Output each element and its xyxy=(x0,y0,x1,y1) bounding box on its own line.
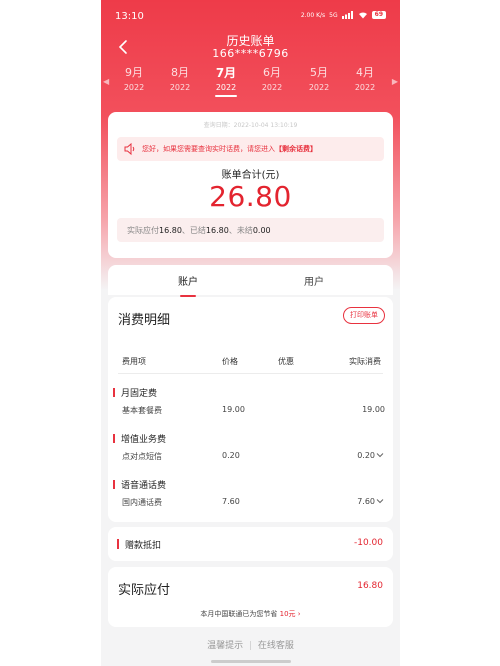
month-year: 2022 xyxy=(123,83,145,92)
separator: 、 xyxy=(228,226,237,235)
signal-icon xyxy=(341,11,353,19)
view-tabs: 账户 用户 xyxy=(108,265,393,297)
divider xyxy=(118,373,383,374)
home-indicator[interactable] xyxy=(211,660,291,663)
col-price: 价格 xyxy=(222,357,238,366)
gift-label: 赠款抵扣 xyxy=(125,541,162,551)
footer-divider: | xyxy=(248,641,253,651)
month-tab-6[interactable]: 6月 2022 xyxy=(252,66,292,93)
actual-payable-label: 实际应付 xyxy=(118,583,171,598)
prev-arrow-icon[interactable]: ◀ xyxy=(103,77,109,86)
wifi-icon xyxy=(358,12,367,19)
phone-screen: 13:10 2.00 K/s 5G 69 历史账单 166****6796 ◀ … xyxy=(101,0,400,666)
tips-link[interactable]: 温馨提示 xyxy=(207,641,243,651)
consumption-detail-card: 消费明细 打印账单 费用项 价格 优惠 实际消费 月固定费 基本套餐费 19.0… xyxy=(108,297,393,522)
fee-item: 基本套餐费 xyxy=(122,406,162,415)
month-tab-7[interactable]: 7月 2022 xyxy=(206,66,246,97)
group-marker xyxy=(113,388,115,397)
month-tab-9[interactable]: 9月 2022 xyxy=(114,66,154,93)
col-fee-item: 费用项 xyxy=(122,357,146,366)
actual-payable-card: 实际应付 16.80 本月中国联通已为您节省 10元 › xyxy=(108,567,393,627)
payable-value: 16.80 xyxy=(159,226,182,235)
online-service-link[interactable]: 在线客服 xyxy=(258,641,294,651)
fee-price: 19.00 xyxy=(222,405,245,414)
month-label: 4月 xyxy=(356,66,374,79)
month-tab-4[interactable]: 4月 2022 xyxy=(345,66,385,93)
fee-item: 点对点短信 xyxy=(122,452,162,461)
chevron-down-icon[interactable] xyxy=(375,450,385,460)
detail-title: 消费明细 xyxy=(118,313,171,328)
month-year: 2022 xyxy=(261,83,283,92)
group-marker xyxy=(113,434,115,443)
payable-label: 实际应付 xyxy=(127,226,159,235)
phone-number: 166****6796 xyxy=(212,47,289,60)
month-tab-8[interactable]: 8月 2022 xyxy=(160,66,200,93)
table-header: 费用项 价格 优惠 实际消费 xyxy=(108,356,393,370)
col-discount: 优惠 xyxy=(278,357,294,366)
speaker-icon xyxy=(124,142,135,156)
col-actual: 实际消费 xyxy=(349,357,381,366)
group-name: 语音通话费 xyxy=(121,481,167,491)
month-label: 9月 xyxy=(125,66,143,79)
fee-actual: 7.60 xyxy=(357,497,375,506)
savings-amount: 10元 xyxy=(279,610,296,618)
notice-message: 您好，如果您需要查询实时话费，请您进入 xyxy=(142,145,275,153)
month-year: 2022 xyxy=(308,83,330,92)
month-label: 7月 xyxy=(215,66,237,80)
month-label: 6月 xyxy=(263,66,281,79)
month-tab-5[interactable]: 5月 2022 xyxy=(299,66,339,93)
group-name: 月固定费 xyxy=(121,389,158,399)
fee-price: 7.60 xyxy=(222,497,240,506)
gift-deduction-row: 赠款抵扣 -10.00 xyxy=(108,527,393,561)
tab-account[interactable]: 账户 xyxy=(158,273,218,297)
tab-account-label: 账户 xyxy=(178,277,198,288)
chevron-down-icon[interactable] xyxy=(375,496,385,506)
month-year: 2022 xyxy=(354,83,376,92)
status-bar: 13:10 2.00 K/s 5G 69 xyxy=(101,0,400,30)
active-month-underline xyxy=(215,95,237,97)
unpaid-label: 未结 xyxy=(236,226,253,235)
chevron-right-icon: › xyxy=(297,610,301,618)
battery-icon: 69 xyxy=(371,11,386,19)
query-date: 查询日期：2022-10-04 13:10:19 xyxy=(203,122,298,129)
month-label: 5月 xyxy=(310,66,328,79)
tab-user[interactable]: 用户 xyxy=(284,273,344,288)
notice-banner[interactable]: 您好，如果您需要查询实时话费，请您进入【剩余话费】 xyxy=(117,137,384,161)
month-selector: ◀ 9月 2022 8月 2022 7月 2022 6月 2022 5月 202… xyxy=(101,66,400,100)
status-icons: 2.00 K/s 5G 69 xyxy=(301,11,386,19)
next-arrow-icon[interactable]: ▶ xyxy=(392,77,398,86)
tab-user-label: 用户 xyxy=(304,277,324,288)
group-marker xyxy=(117,539,119,549)
bill-total-value: 26.80 xyxy=(209,180,292,213)
status-time: 13:10 xyxy=(115,11,144,22)
fee-price: 0.20 xyxy=(222,451,240,460)
notice-text: 您好，如果您需要查询实时话费，请您进入【剩余话费】 xyxy=(142,144,380,154)
month-year: 2022 xyxy=(215,83,237,92)
remaining-balance-link[interactable]: 【剩余话费】 xyxy=(275,145,317,153)
bill-total-label: 账单合计(元) xyxy=(221,170,280,181)
group-name: 增值业务费 xyxy=(121,435,167,445)
payment-breakdown: 实际应付16.80、已结16.80、未结0.00 xyxy=(117,218,384,242)
month-label: 8月 xyxy=(171,66,189,79)
month-year: 2022 xyxy=(169,83,191,92)
fee-item: 国内通话费 xyxy=(122,498,162,507)
savings-text: 本月中国联通已为您节省 xyxy=(200,610,278,618)
actual-payable-value: 16.80 xyxy=(357,581,383,591)
footer-links: 温馨提示 | 在线客服 xyxy=(101,638,400,651)
net-speed: 2.00 K/s xyxy=(300,11,326,19)
fee-actual: 0.20 xyxy=(357,451,375,460)
gift-value: -10.00 xyxy=(353,538,383,548)
fee-actual: 19.00 xyxy=(362,405,385,414)
net-type: 5G xyxy=(329,11,338,19)
savings-link[interactable]: 本月中国联通已为您节省 10元 › xyxy=(108,609,393,619)
print-bill-button[interactable]: 打印账单 xyxy=(343,307,385,324)
group-marker xyxy=(113,480,115,489)
paid-value: 16.80 xyxy=(205,226,229,235)
bill-summary-card: 查询日期：2022-10-04 13:10:19 您好，如果您需要查询实时话费，… xyxy=(108,112,393,258)
separator: 、 xyxy=(181,226,190,235)
unpaid-value: 0.00 xyxy=(252,226,271,235)
paid-label: 已结 xyxy=(189,226,206,235)
